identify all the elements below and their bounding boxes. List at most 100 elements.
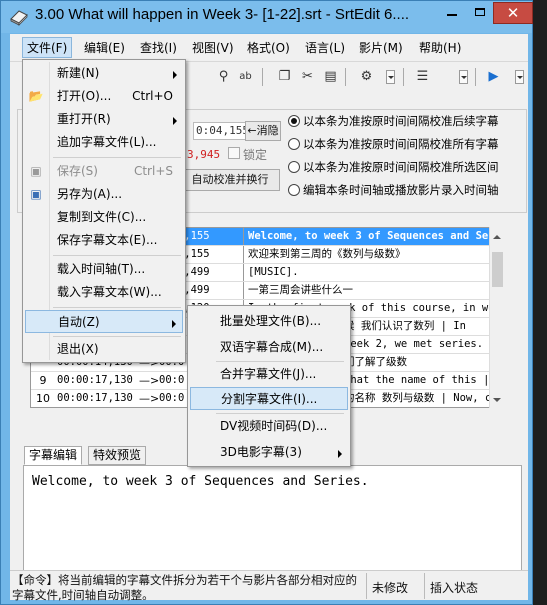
scroll-down-icon[interactable] xyxy=(493,398,501,406)
cut-icon[interactable]: ✂ xyxy=(299,68,316,85)
settings-icon[interactable]: ⚙ xyxy=(358,68,375,85)
tab-subtitle-edit[interactable]: 字幕编辑 xyxy=(24,446,83,465)
save-icon: ▣ xyxy=(30,164,42,178)
row-text: week 2, we met series. xyxy=(339,336,504,353)
radio-option[interactable]: 以本条为准按原时间间隔校准所有字幕 xyxy=(288,136,499,152)
menu-item-new[interactable]: 新建(N) xyxy=(25,62,183,85)
menu-find[interactable]: 查找(I) xyxy=(140,39,177,56)
auto-submenu: 批量处理文件(B)... 双语字幕合成(M)... 合并字幕文件(J)... 分… xyxy=(187,305,351,467)
row-arrow: —> xyxy=(139,392,160,405)
close-icon: ✕ xyxy=(506,4,520,22)
binoculars-icon[interactable]: ⚲ xyxy=(215,68,232,85)
menu-item-label: 复制到文件(C)... xyxy=(57,210,147,224)
radio-button[interactable] xyxy=(288,161,300,173)
row-start: 00:00:17,130 xyxy=(57,374,133,386)
lock-checkbox[interactable] xyxy=(228,147,240,159)
toolbar-separator xyxy=(475,68,481,86)
menu-item-append[interactable]: 追加字幕文件(L)... xyxy=(25,131,183,154)
auto-align-button[interactable]: 自动校准并换行 xyxy=(180,169,280,191)
radio-button[interactable] xyxy=(288,138,300,150)
menu-item-save-as[interactable]: ▣ 另存为(A)... xyxy=(25,183,183,206)
menu-item-exit[interactable]: 退出(X) xyxy=(25,338,183,361)
menu-file[interactable]: 文件(F) xyxy=(22,37,73,58)
title-bar[interactable]: 3.00 What will happen in Week 3- [1-22].… xyxy=(1,1,533,33)
list-dropdown[interactable] xyxy=(459,70,468,84)
settings-dropdown[interactable] xyxy=(386,70,395,84)
modified-status: 未修改 xyxy=(372,581,409,595)
maximize-icon xyxy=(475,8,485,16)
menu-item-load-timeline[interactable]: 载入时间轴(T)... xyxy=(25,258,183,281)
radio-button[interactable] xyxy=(288,115,300,127)
start-time-field[interactable]: 0:04,155 xyxy=(193,122,251,140)
tab-effect-preview[interactable]: 特效预览 xyxy=(88,446,147,465)
duration-value: 3,945 xyxy=(187,148,221,161)
paste-icon[interactable]: ▤ xyxy=(322,68,339,85)
menu-item-save-text[interactable]: 保存字幕文本(E)... xyxy=(25,229,183,252)
close-button[interactable]: ✕ xyxy=(493,2,533,24)
maximize-button[interactable] xyxy=(467,2,493,24)
radio-option[interactable]: 以本条为准按原时间间隔校准所选区间 xyxy=(288,159,499,175)
copy-icon[interactable]: ❐ xyxy=(276,68,293,85)
menu-item-load-text[interactable]: 载入字幕文本(W)... xyxy=(25,281,183,304)
status-hint: 【命令】将当前编辑的字幕文件拆分为若干个与影片各部分相对应的字幕文件,时间轴自动… xyxy=(12,573,357,602)
menu-item-label: 新建(N) xyxy=(57,66,100,80)
menu-format[interactable]: 格式(O) xyxy=(247,39,290,56)
menu-item-bilingual[interactable]: 双语字幕合成(M)... xyxy=(190,336,348,359)
save-as-icon: ▣ xyxy=(30,187,42,201)
row-text: 的名称 数列与级数 | Now, c xyxy=(339,390,504,407)
submenu-arrow-icon xyxy=(173,117,177,125)
menu-item-label: DV视频时间码(D)... xyxy=(220,419,328,433)
menu-item-label: 保存字幕文本(E)... xyxy=(57,233,158,247)
row-number: 9 xyxy=(39,374,47,387)
menu-item-label: 3D电影字幕(3) xyxy=(220,445,302,459)
menu-item-label: 载入字幕文本(W)... xyxy=(57,285,162,299)
menu-item-label: 重打开(R) xyxy=(57,112,111,126)
menu-item-label: 保存(S) xyxy=(57,164,98,178)
row-text: 们了解了级数 xyxy=(339,354,504,371)
menu-help[interactable]: 帮助(H) xyxy=(419,39,461,56)
row-text: 候 我们认识了数列 | In xyxy=(339,318,504,335)
status-separator xyxy=(366,573,367,599)
menu-item-3d[interactable]: 3D电影字幕(3) xyxy=(190,441,348,464)
menu-language[interactable]: 语言(L) xyxy=(305,39,345,56)
minimize-button[interactable] xyxy=(437,2,467,24)
app-icon xyxy=(10,10,28,26)
window-title: 3.00 What will happen in Week 3- [1-22].… xyxy=(35,6,410,23)
cancel-button[interactable]: ←消隐 xyxy=(245,121,281,141)
radio-button[interactable] xyxy=(288,184,300,196)
list-scrollbar[interactable] xyxy=(489,227,505,408)
play-icon[interactable]: ▶ xyxy=(485,68,502,85)
menu-item-label: 另存为(A)... xyxy=(57,187,123,201)
menu-view[interactable]: 视图(V) xyxy=(192,39,234,56)
scroll-up-icon[interactable] xyxy=(493,231,501,239)
scroll-thumb[interactable] xyxy=(492,252,503,287)
toolbar-separator xyxy=(262,68,268,86)
radio-option[interactable]: 以本条为准按原时间间隔校准后续字幕 xyxy=(288,113,499,129)
menu-item-merge[interactable]: 合并字幕文件(J)... xyxy=(190,363,348,386)
submenu-arrow-icon xyxy=(338,450,342,458)
minimize-icon xyxy=(447,14,457,16)
row-arrow: —> xyxy=(139,374,160,387)
menu-item-open[interactable]: 📂 打开(O)... Ctrl+O xyxy=(25,85,183,108)
list-icon[interactable]: ☰ xyxy=(414,68,431,85)
menu-edit[interactable]: 编辑(E) xyxy=(84,39,125,56)
menu-movie[interactable]: 影片(M) xyxy=(359,39,403,56)
replace-icon[interactable]: ab xyxy=(237,68,254,85)
status-separator xyxy=(424,573,425,599)
subtitle-editor[interactable]: Welcome, to week 3 of Sequences and Seri… xyxy=(23,465,522,575)
editor-text[interactable]: Welcome, to week 3 of Sequences and Seri… xyxy=(32,474,369,489)
menu-item-save: ▣ 保存(S) Ctrl+S xyxy=(25,160,183,183)
menu-separator xyxy=(53,307,181,308)
menu-item-split[interactable]: 分割字幕文件(I)... xyxy=(190,387,348,410)
menu-item-label: 退出(X) xyxy=(57,342,99,356)
submenu-arrow-icon xyxy=(172,320,176,328)
menu-item-auto[interactable]: 自动(Z) xyxy=(25,310,183,333)
menu-item-copy-to-file[interactable]: 复制到文件(C)... xyxy=(25,206,183,229)
menu-item-shortcut: Ctrl+S xyxy=(133,164,173,178)
menu-item-batch[interactable]: 批量处理文件(B)... xyxy=(190,310,348,333)
radio-option[interactable]: 编辑本条时间轴或播放影片录入时间轴 xyxy=(288,182,499,198)
menu-item-label: 打开(O)... xyxy=(57,89,112,103)
play-dropdown[interactable] xyxy=(515,70,524,84)
menu-item-dv-timecode[interactable]: DV视频时间码(D)... xyxy=(190,415,348,438)
menu-item-reopen[interactable]: 重打开(R) xyxy=(25,108,183,131)
